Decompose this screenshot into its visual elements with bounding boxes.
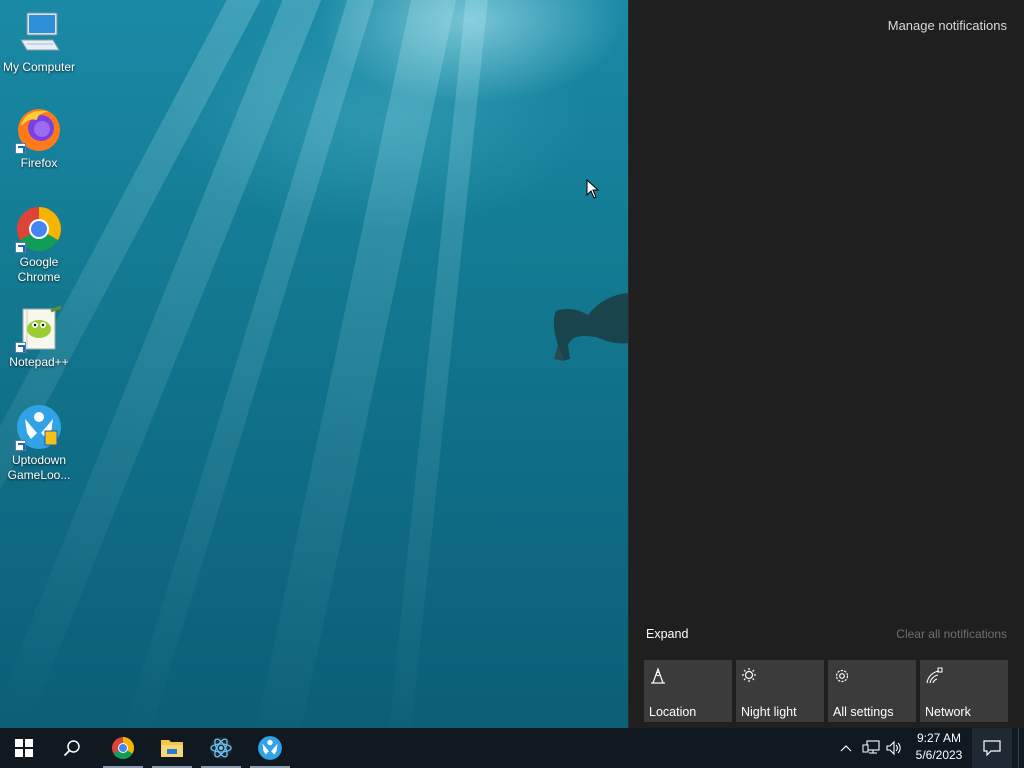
location-icon [651, 667, 665, 684]
taskbar-electron-button[interactable] [197, 728, 245, 768]
search-icon [63, 740, 80, 757]
desktop-icon-google-chrome[interactable]: Google Chrome [1, 205, 77, 285]
quick-action-location[interactable]: Location [644, 660, 732, 722]
taskbar-gameloop-button[interactable] [246, 728, 294, 768]
chevron-up-icon [840, 745, 852, 752]
taskbar-chrome-button[interactable] [99, 728, 147, 768]
firefox-icon [15, 106, 63, 154]
gameloop-icon [258, 736, 282, 760]
taskbar: 9:27 AM 5/6/2023 [0, 728, 1024, 768]
network-status-button[interactable] [860, 728, 882, 768]
action-center-panel: Manage notifications Expand Clear all no… [628, 0, 1024, 728]
computer-icon [15, 10, 63, 58]
chrome-icon [112, 737, 134, 759]
speaker-icon [886, 740, 901, 756]
action-center-button[interactable] [972, 728, 1012, 768]
quick-action-all-settings[interactable]: All settings [828, 660, 916, 722]
shortcut-arrow-icon [15, 143, 26, 154]
gameloop-icon [15, 403, 63, 451]
chrome-icon [15, 205, 63, 253]
mouse-cursor-icon [586, 179, 600, 199]
volume-button[interactable] [884, 728, 904, 768]
desktop-icon-my-computer[interactable]: My Computer [1, 10, 77, 75]
shortcut-arrow-icon [15, 242, 26, 253]
desktop-icon-firefox[interactable]: Firefox [1, 106, 77, 171]
clock-date: 5/6/2023 [915, 748, 963, 762]
electron-icon [210, 737, 232, 759]
start-icon [15, 739, 33, 757]
notification-icon [983, 740, 1001, 756]
quick-actions-grid: Location Night light All settings Networ… [644, 660, 1010, 722]
show-desktop-button[interactable] [1018, 728, 1024, 768]
taskbar-file-explorer-button[interactable] [148, 728, 196, 768]
show-hidden-icons-button[interactable] [836, 728, 856, 768]
notepadpp-icon [15, 305, 63, 353]
manage-notifications-link[interactable]: Manage notifications [888, 18, 1007, 33]
expand-quick-actions-button[interactable]: Expand [646, 627, 688, 641]
network-icon [926, 667, 943, 684]
settings-gear-icon [835, 669, 849, 683]
quick-action-network[interactable]: Network [920, 660, 1008, 722]
shortcut-arrow-icon [15, 440, 26, 451]
taskbar-clock[interactable]: 9:27 AM 5/6/2023 [908, 730, 970, 764]
start-button[interactable] [0, 728, 48, 768]
desktop-icon-notepadpp[interactable]: Notepad++ [1, 305, 77, 370]
clear-all-notifications-button[interactable]: Clear all notifications [896, 627, 1007, 641]
shortcut-arrow-icon [15, 342, 26, 353]
clock-time: 9:27 AM [916, 731, 962, 745]
desktop-icon-uptodown-gameloop[interactable]: Uptodown GameLoo... [1, 403, 77, 483]
swimmer-silhouette [553, 293, 628, 361]
search-button[interactable] [48, 728, 96, 768]
wired-network-icon [862, 740, 880, 754]
night-light-icon [742, 668, 756, 682]
file-explorer-icon [161, 740, 183, 757]
quick-action-night-light[interactable]: Night light [736, 660, 824, 722]
